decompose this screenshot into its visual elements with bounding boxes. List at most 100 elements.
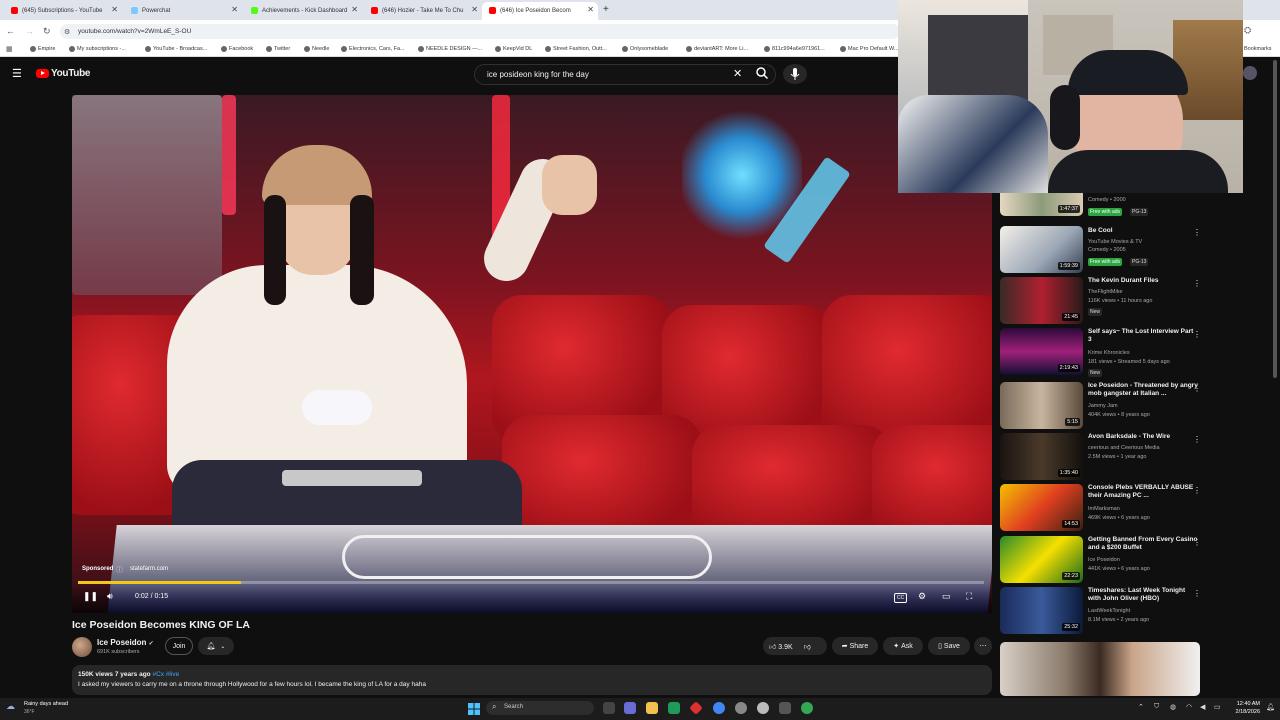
recommendation-item[interactable]: 1:59:39 Be Cool YouTube Movies & TV Come… — [1000, 226, 1210, 274]
search-icon[interactable] — [755, 66, 769, 80]
volume-icon[interactable]: 🔊︎ — [107, 591, 113, 602]
recommendation-item[interactable]: 21:45 The Kevin Durant Files TheFlightMi… — [1000, 277, 1210, 325]
video-thumbnail[interactable]: 2:19:43 — [1000, 328, 1083, 375]
bookmark-item[interactable]: Twitter — [266, 46, 290, 52]
back-icon[interactable]: ← — [6, 26, 15, 36]
apps-icon[interactable]: ▦ — [6, 45, 13, 53]
settings-icon[interactable]: ⚙ — [918, 591, 926, 602]
new-tab-button[interactable]: + — [603, 4, 609, 15]
bookmark-item[interactable]: Empire — [30, 46, 55, 52]
weather-text[interactable]: Rainy days ahead — [24, 701, 68, 707]
info-icon[interactable]: ⓘ — [116, 565, 123, 575]
tray-app-icon[interactable]: ◍ — [1170, 703, 1176, 711]
description-box[interactable]: 150K views 7 years ago #Cx #live I asked… — [72, 665, 992, 695]
account-avatar[interactable] — [1243, 66, 1257, 80]
close-icon[interactable]: ✕ — [471, 5, 478, 14]
video-thumbnail[interactable]: 21:45 — [1000, 277, 1083, 324]
chrome-icon[interactable] — [801, 702, 813, 714]
recommendation-item[interactable]: 2:19:43 Self says~ The Lost Interview Pa… — [1000, 328, 1210, 377]
notifications-icon[interactable]: 🔔︎ — [1266, 703, 1275, 711]
subscribe-bell-button[interactable]: 🔔︎ ⌄ — [198, 637, 234, 655]
all-bookmarks[interactable]: Bookmarks — [1244, 46, 1272, 52]
tab-hozier[interactable]: (646) Hozier - Take Me To Chu ✕ — [364, 2, 482, 20]
fullscreen-icon[interactable]: ⛶ — [966, 591, 972, 602]
tray-chevron-icon[interactable]: ⌃ — [1138, 703, 1144, 711]
more-options-icon[interactable]: ⋮ — [1193, 538, 1201, 547]
recommendation-item[interactable]: 1:47:37 Comedy • 2000 Free with ads PG-1… — [1000, 187, 1210, 223]
weather-icon[interactable]: ☁ — [6, 701, 15, 712]
clock-date[interactable]: 2/18/2026 — [1230, 709, 1260, 715]
share-button[interactable]: ➦ Share — [832, 637, 878, 655]
extensions-icon[interactable]: ⛭ — [1244, 25, 1251, 36]
search-input[interactable]: ice posideon king for the day — [474, 64, 776, 85]
more-options-icon[interactable]: ⋮ — [1193, 384, 1201, 393]
close-icon[interactable]: ✕ — [111, 5, 118, 14]
bookmark-item[interactable]: Electronics, Cars, Fa... — [341, 46, 405, 52]
recommendation-item[interactable]: 14:53 Console Plebs VERBALLY ABUSE their… — [1000, 484, 1210, 532]
join-button[interactable]: Join — [165, 637, 193, 655]
dislike-button[interactable]: 👎︎ — [804, 642, 811, 651]
tab-powerchat[interactable]: Powerchat ✕ — [124, 2, 242, 20]
more-options-icon[interactable]: ⋮ — [1193, 330, 1201, 339]
site-info-icon[interactable]: ⚙ — [64, 28, 70, 36]
app-icon[interactable] — [668, 702, 680, 714]
bookmark-item[interactable]: Mac Pro Default W... — [840, 46, 898, 52]
close-icon[interactable]: ✕ — [231, 5, 238, 14]
windows-start-icon[interactable] — [468, 702, 480, 715]
voice-search-button[interactable] — [783, 64, 807, 84]
file-explorer-icon[interactable] — [646, 702, 658, 714]
recommendation-item[interactable]: 22:23 Getting Banned From Every Casino a… — [1000, 536, 1210, 584]
wifi-icon[interactable]: ◠ — [1186, 703, 1192, 711]
battery-icon[interactable]: ▭ — [1214, 703, 1221, 711]
ask-button[interactable]: ✦ Ask — [883, 637, 923, 655]
more-actions-button[interactable]: ⋯ — [974, 637, 992, 655]
video-thumbnail[interactable]: 1:59:39 — [1000, 226, 1083, 273]
clock-time[interactable]: 12:40 AM — [1230, 701, 1260, 707]
page-scrollbar[interactable] — [1273, 60, 1277, 378]
captions-icon[interactable]: CC — [894, 593, 908, 603]
video-thumbnail[interactable]: 14:53 — [1000, 484, 1083, 531]
volume-icon[interactable]: ◀ — [1200, 703, 1205, 711]
tray-app-icon[interactable]: ⛉ — [1154, 703, 1159, 711]
progress-bar[interactable] — [78, 581, 984, 584]
menu-icon[interactable]: ☰ — [12, 67, 22, 80]
save-button[interactable]: ▯ Save — [928, 637, 970, 655]
bookmark-item[interactable]: YouTube - Broadcas... — [145, 46, 207, 52]
recommendation-item[interactable]: 25:32 Timeshares: Last Week Tonight with… — [1000, 587, 1210, 635]
sponsor-link[interactable]: statefarm.com — [130, 566, 168, 572]
chrome-icon[interactable] — [713, 702, 725, 714]
bookmark-item[interactable]: KeepVid DL — [495, 46, 532, 52]
shorts-thumbnail-row[interactable] — [1000, 642, 1200, 696]
forward-icon[interactable]: → — [25, 26, 34, 36]
address-bar[interactable]: youtube.com/watch?v=2WmLeE_S-OU — [60, 24, 900, 39]
video-player[interactable] — [72, 95, 992, 613]
video-thumbnail[interactable]: 22:23 — [1000, 536, 1083, 583]
more-options-icon[interactable]: ⋮ — [1193, 435, 1201, 444]
tab-kick-dashboard[interactable]: Achievements - Kick Dashboard ✕ — [244, 2, 362, 20]
bookmark-item[interactable]: Street Fashion, Outt... — [545, 46, 607, 52]
video-thumbnail[interactable]: 25:32 — [1000, 587, 1083, 634]
close-icon[interactable]: ✕ — [587, 5, 594, 14]
recommendation-item[interactable]: 1:35:40 Avon Barksdale - The Wire ceerio… — [1000, 433, 1210, 481]
like-button[interactable]: 👍︎ 3.9K — [769, 642, 793, 651]
app-icon[interactable] — [779, 702, 791, 714]
more-options-icon[interactable]: ⋮ — [1193, 228, 1201, 237]
more-options-icon[interactable]: ⋮ — [1193, 486, 1201, 495]
tab-subscriptions[interactable]: (645) Subscriptions - YouTube ✕ — [4, 2, 122, 20]
youtube-logo-text[interactable]: YouTube — [51, 68, 91, 79]
bookmark-item[interactable]: Needle — [304, 46, 329, 52]
hashtags[interactable]: #Cx #live — [152, 671, 179, 678]
task-view-icon[interactable] — [603, 702, 615, 714]
video-thumbnail[interactable]: 1:35:40 — [1000, 433, 1083, 480]
bookmark-item[interactable]: Facebook — [221, 46, 253, 52]
clear-search-icon[interactable]: ✕ — [733, 67, 742, 80]
youtube-logo-icon[interactable] — [36, 69, 49, 78]
close-icon[interactable]: ✕ — [351, 5, 358, 14]
taskbar-search[interactable]: ⌕ Search — [486, 701, 594, 715]
recommendation-item[interactable]: 5:15 Ice Poseidon - Threatened by angry … — [1000, 382, 1210, 430]
bookmark-item[interactable]: NEEDLE DESIGN —... — [418, 46, 482, 52]
tab-ice-poseidon[interactable]: (646) Ice Poseidon Becom ✕ — [482, 2, 598, 20]
bookmark-item[interactable]: My subscriptions -... — [69, 46, 126, 52]
channel-avatar[interactable] — [72, 637, 92, 657]
theater-mode-icon[interactable]: ▭ — [942, 591, 951, 602]
